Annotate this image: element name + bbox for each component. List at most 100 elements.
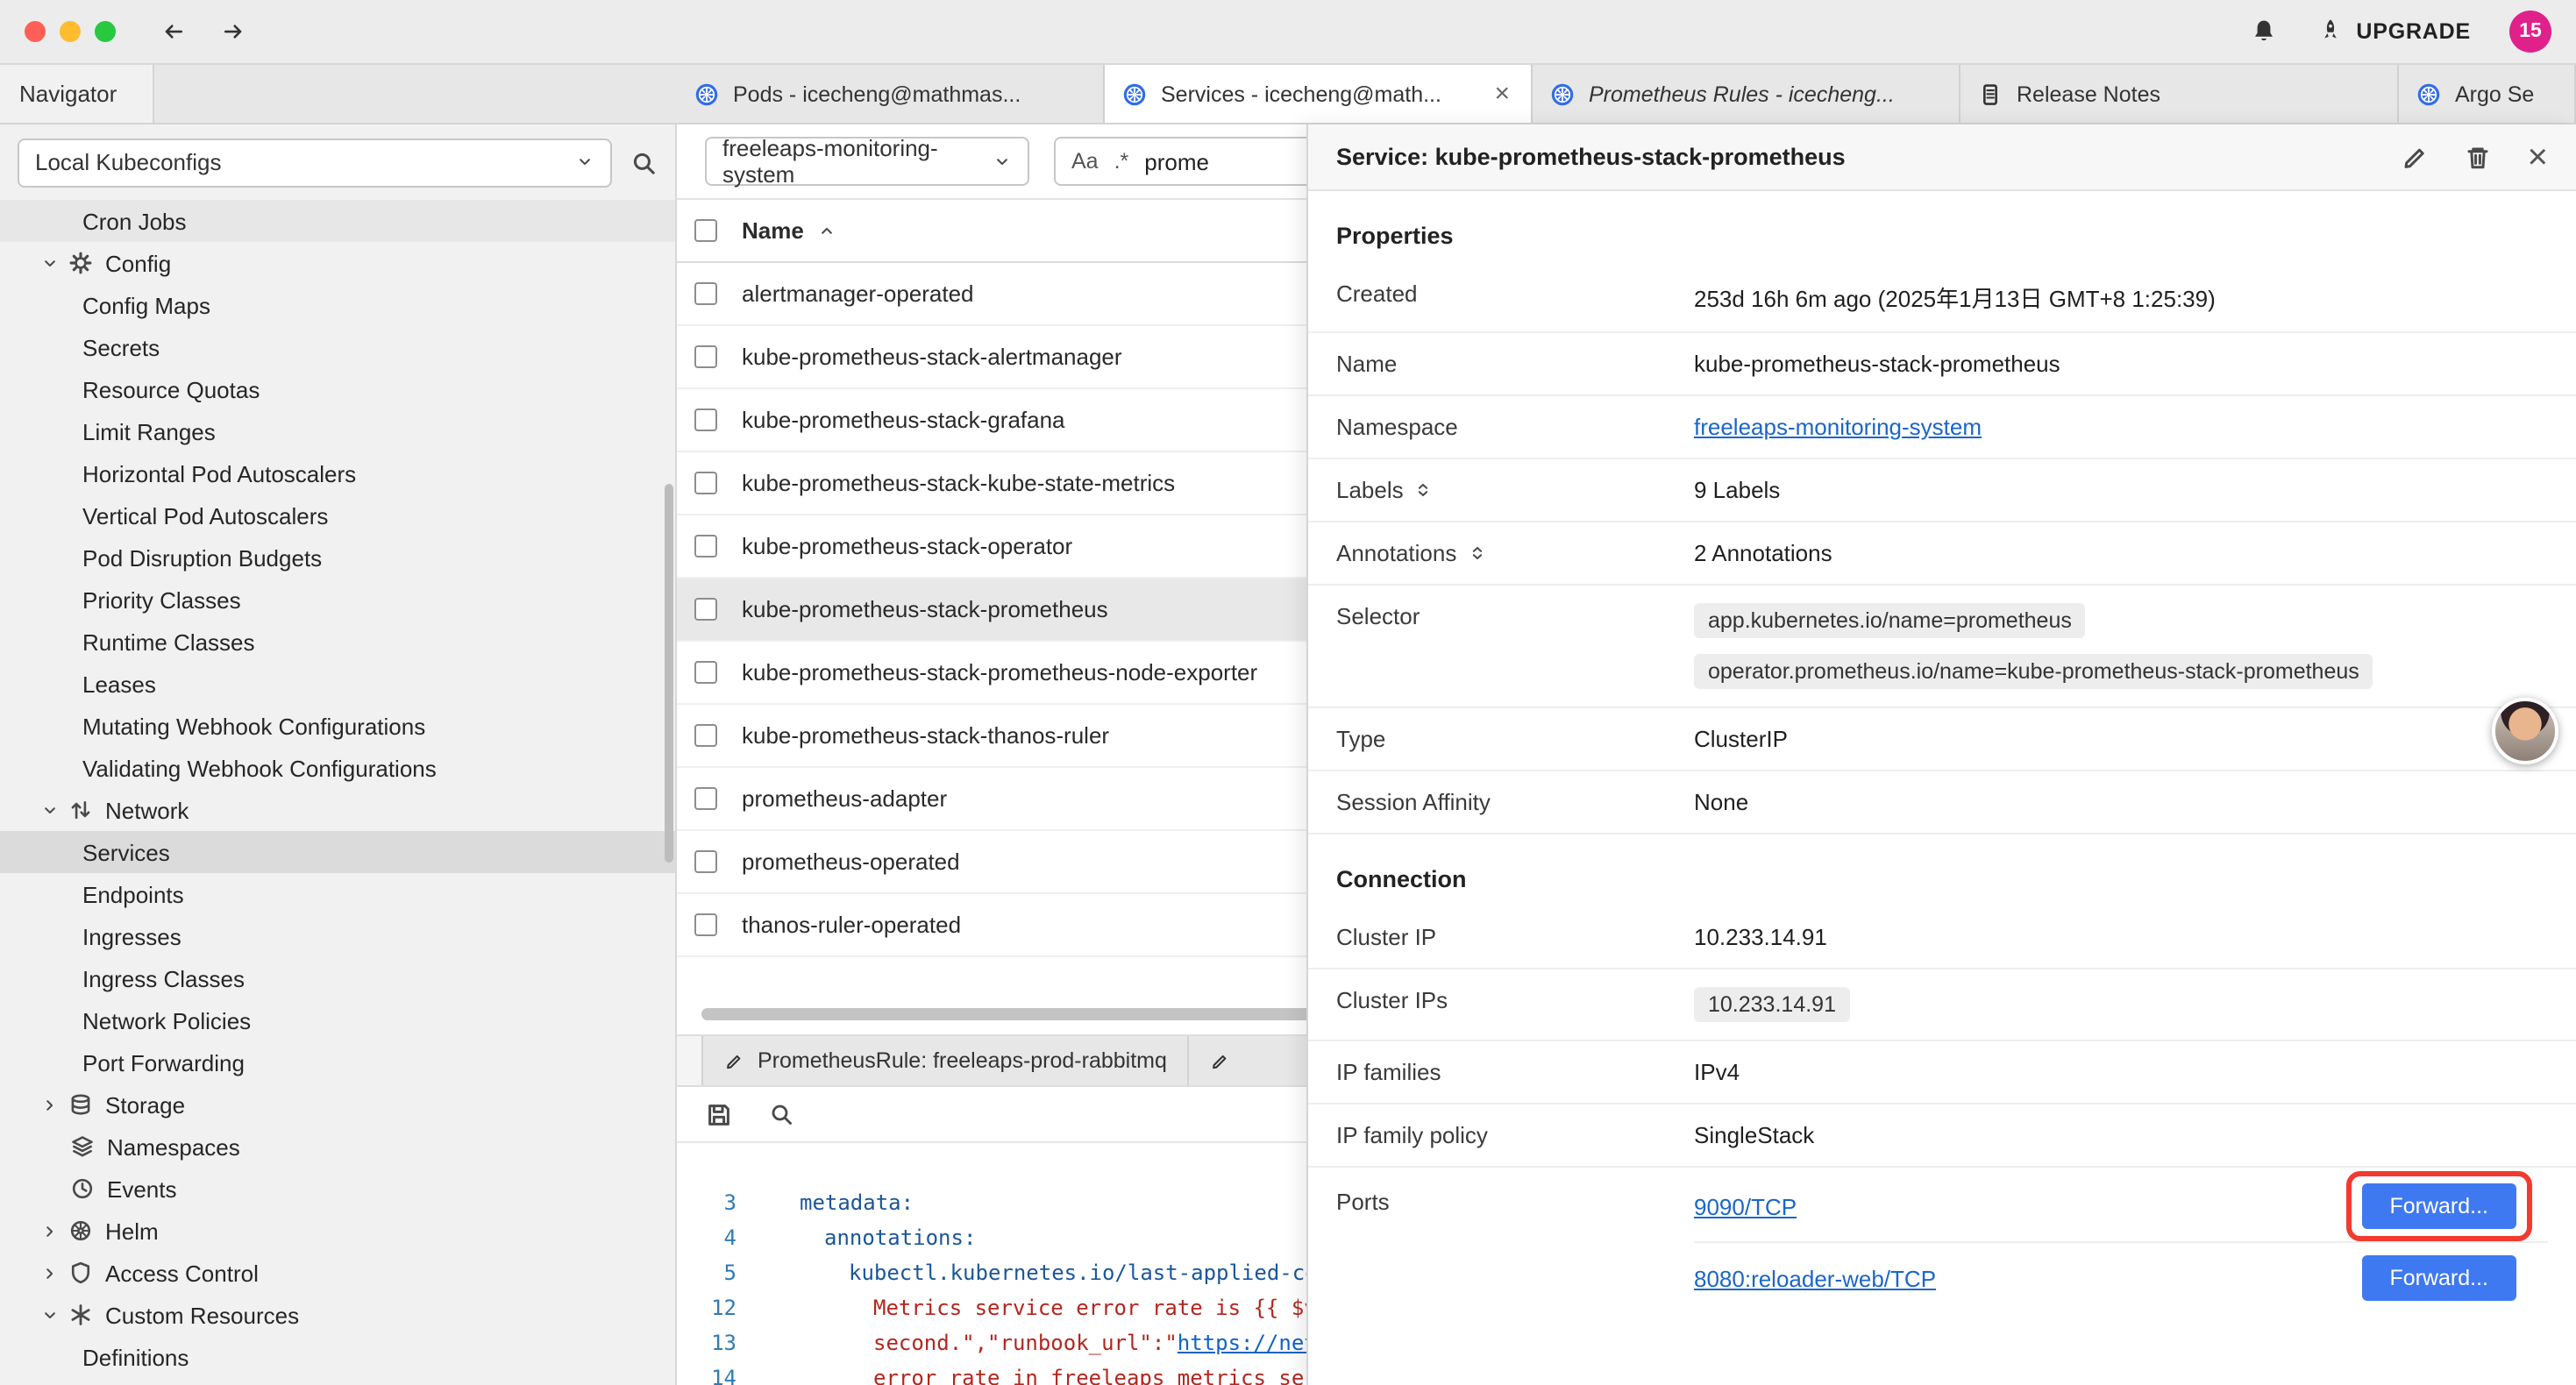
sidebar-item-helm[interactable]: Helm (0, 1210, 675, 1252)
port-link-8080[interactable]: 8080:reloader-web/TCP (1694, 1265, 1936, 1291)
sidebar-item-horizontal-pod-autoscalers[interactable]: Horizontal Pod Autoscalers (0, 452, 675, 494)
tab-strip-spacer (154, 65, 677, 123)
sidebar-item-namespaces[interactable]: Namespaces (0, 1126, 675, 1168)
tab-pods[interactable]: Pods - icecheng@mathmas... (677, 65, 1105, 123)
line-number: 13 (677, 1331, 747, 1355)
sidebar-search-icon[interactable] (630, 148, 658, 176)
upgrade-button[interactable]: UPGRADE (2316, 18, 2471, 46)
sidebar-scrollbar[interactable] (665, 484, 673, 863)
sidebar-item-ingress-classes[interactable]: Ingress Classes (0, 957, 675, 999)
case-sensitive-toggle[interactable]: Aa (1071, 149, 1099, 174)
sidebar-item-leases[interactable]: Leases (0, 663, 675, 705)
sidebar-item-limit-ranges[interactable]: Limit Ranges (0, 410, 675, 452)
gear-icon (68, 251, 93, 275)
close-tab-icon[interactable]: × (1491, 81, 1513, 107)
back-icon[interactable] (161, 19, 186, 44)
sidebar-item-access-control[interactable]: Access Control (0, 1252, 675, 1294)
sidebar-item-secrets[interactable]: Secrets (0, 326, 675, 368)
sidebar-item-network-policies[interactable]: Network Policies (0, 999, 675, 1041)
tree-label: Resource Quotas (82, 376, 260, 402)
tab-release-notes[interactable]: Release Notes (1960, 65, 2399, 123)
kubeconfig-selector[interactable]: Local Kubeconfigs (18, 138, 612, 187)
tab-services[interactable]: Services - icecheng@math... × (1105, 65, 1533, 123)
sidebar-item-priority-classes[interactable]: Priority Classes (0, 579, 675, 621)
select-all-checkbox[interactable] (694, 219, 717, 242)
port-link-9090[interactable]: 9090/TCP (1694, 1193, 1797, 1219)
expand-collapse-icon[interactable] (1414, 480, 1434, 500)
close-drawer-icon[interactable]: × (2528, 139, 2548, 174)
expand-collapse-icon[interactable] (1467, 543, 1486, 563)
row-checkbox[interactable] (694, 850, 717, 873)
service-name: kube-prometheus-stack-grafana (742, 407, 1065, 433)
forward-button[interactable]: Forward... (2361, 1183, 2516, 1229)
row-checkbox[interactable] (694, 472, 717, 494)
tree-label: Mutating Webhook Configurations (82, 713, 425, 739)
service-name: kube-prometheus-stack-alertmanager (742, 344, 1122, 370)
tree-label: Storage (105, 1091, 185, 1118)
resource-tree: Cron Jobs Config Config Maps Secrets Res… (0, 200, 675, 1378)
window-controls (25, 21, 116, 42)
sidebar-item-cron-jobs[interactable]: Cron Jobs (0, 200, 675, 242)
user-avatar-floating[interactable] (2492, 698, 2558, 764)
tree-label: Access Control (105, 1260, 259, 1286)
sidebar-item-vertical-pod-autoscalers[interactable]: Vertical Pod Autoscalers (0, 494, 675, 536)
maximize-window-button[interactable] (95, 21, 116, 42)
edit-pencil-icon[interactable] (2402, 143, 2430, 171)
forward-button[interactable]: Forward... (2361, 1255, 2516, 1301)
sidebar-item-port-forwarding[interactable]: Port Forwarding (0, 1041, 675, 1083)
chevron-right-icon (40, 1095, 60, 1114)
navigator-panel-tab[interactable]: Navigator (0, 65, 154, 123)
detail-value: IPv4 (1694, 1059, 2548, 1085)
sidebar-item-runtime-classes[interactable]: Runtime Classes (0, 621, 675, 663)
tree-label: Pod Disruption Budgets (82, 544, 322, 571)
editor-search-icon[interactable] (768, 1101, 794, 1127)
row-checkbox[interactable] (694, 724, 717, 747)
sidebar-item-ingresses[interactable]: Ingresses (0, 915, 675, 957)
row-checkbox[interactable] (694, 661, 717, 684)
row-checkbox[interactable] (694, 913, 717, 936)
notification-count-badge[interactable]: 15 (2509, 11, 2551, 53)
sidebar-item-validating-webhook-configurations[interactable]: Validating Webhook Configurations (0, 747, 675, 789)
detail-key: Selector (1336, 603, 1694, 629)
sidebar-item-endpoints[interactable]: Endpoints (0, 873, 675, 915)
sidebar-item-network[interactable]: Network (0, 789, 675, 831)
namespace-link[interactable]: freeleaps-monitoring-system (1694, 414, 1982, 440)
sidebar-item-services[interactable]: Services (0, 831, 675, 873)
tab-label: Prometheus Rules - icecheng... (1589, 82, 1895, 106)
forward-icon[interactable] (221, 19, 246, 44)
tree-label: Config (105, 250, 171, 276)
sidebar-item-resource-quotas[interactable]: Resource Quotas (0, 368, 675, 410)
editor-tab-prometheusrule[interactable]: PrometheusRule: freeleaps-prod-rabbitmq (701, 1036, 1190, 1085)
delete-trash-icon[interactable] (2465, 143, 2493, 171)
namespace-selector[interactable]: freeleaps-monitoring-system (705, 137, 1029, 186)
regex-toggle[interactable]: .* (1114, 149, 1129, 174)
row-checkbox[interactable] (694, 598, 717, 621)
row-checkbox[interactable] (694, 408, 717, 431)
tree-label: Runtime Classes (82, 629, 255, 655)
row-checkbox[interactable] (694, 535, 717, 558)
tab-argo[interactable]: Argo Se (2399, 65, 2576, 123)
row-checkbox[interactable] (694, 787, 717, 810)
tree-label: Validating Webhook Configurations (82, 755, 437, 781)
notifications-bell-icon[interactable] (2249, 18, 2277, 46)
name-column-header[interactable]: Name (742, 217, 804, 244)
yaml-string: error rate in freeleaps metrics ser (873, 1366, 1317, 1385)
row-checkbox[interactable] (694, 282, 717, 305)
service-name: kube-prometheus-stack-kube-state-metrics (742, 470, 1175, 496)
upgrade-label: UPGRADE (2356, 19, 2471, 44)
sidebar-item-custom-resources[interactable]: Custom Resources (0, 1294, 675, 1336)
detail-value: 253d 16h 6m ago (2025年1月13日 GMT+8 1:25:3… (1694, 281, 2548, 314)
sidebar-item-config[interactable]: Config (0, 242, 675, 284)
sidebar-item-storage[interactable]: Storage (0, 1083, 675, 1126)
minimize-window-button[interactable] (60, 21, 81, 42)
sidebar-item-events[interactable]: Events (0, 1168, 675, 1210)
sidebar-item-pod-disruption-budgets[interactable]: Pod Disruption Budgets (0, 536, 675, 579)
close-window-button[interactable] (25, 21, 46, 42)
sidebar-item-mutating-webhook-configurations[interactable]: Mutating Webhook Configurations (0, 705, 675, 747)
yaml-key: kubectl.kubernetes.io/last-applied-co (849, 1261, 1318, 1285)
sidebar-item-definitions[interactable]: Definitions (0, 1336, 675, 1378)
save-icon[interactable] (705, 1100, 733, 1128)
row-checkbox[interactable] (694, 345, 717, 368)
sidebar-item-config-maps[interactable]: Config Maps (0, 284, 675, 326)
tab-prometheus-rules[interactable]: Prometheus Rules - icecheng... (1533, 65, 1960, 123)
